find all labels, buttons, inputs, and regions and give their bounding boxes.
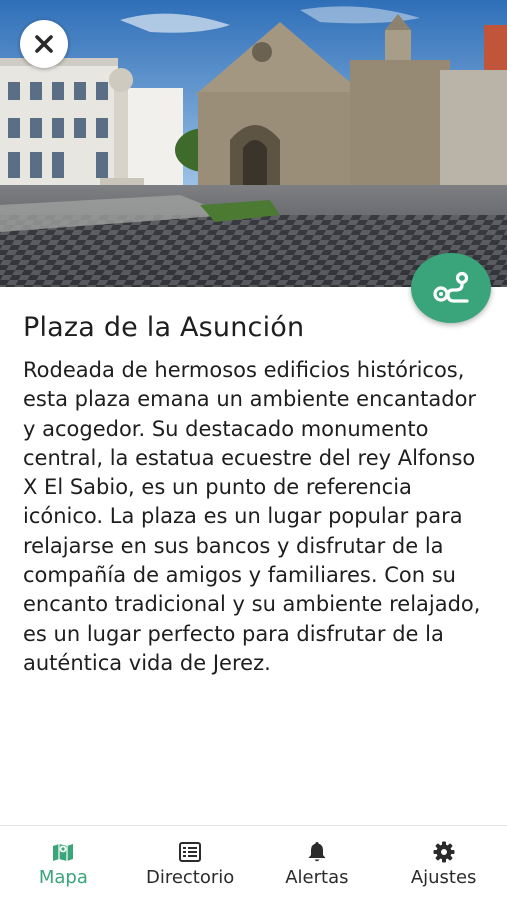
bell-icon — [308, 842, 326, 862]
nav-item-ajustes[interactable]: Ajustes — [380, 826, 507, 901]
close-icon — [35, 35, 53, 53]
place-details: Plaza de la Asunción Rodeada de hermosos… — [23, 306, 493, 678]
bottom-navigation: Mapa Directorio Alertas Ajustes — [0, 825, 507, 901]
plaza-photo — [0, 0, 507, 287]
nav-label-mapa: Mapa — [38, 867, 88, 888]
place-description: Rodeada de hermosos edificios históricos… — [23, 358, 481, 675]
hero-image — [0, 0, 507, 287]
list-icon — [179, 842, 202, 862]
map-icon — [53, 844, 74, 861]
nav-item-mapa[interactable]: Mapa — [0, 826, 127, 901]
gear-icon — [433, 841, 455, 863]
nav-item-directorio[interactable]: Directorio — [127, 826, 254, 901]
nav-label-alertas: Alertas — [285, 867, 349, 888]
route-button[interactable] — [411, 253, 491, 323]
route-icon — [433, 271, 469, 303]
nav-label-directorio: Directorio — [145, 867, 235, 888]
nav-item-alertas[interactable]: Alertas — [254, 826, 381, 901]
close-button[interactable] — [20, 20, 68, 68]
nav-label-ajustes: Ajustes — [410, 867, 477, 888]
